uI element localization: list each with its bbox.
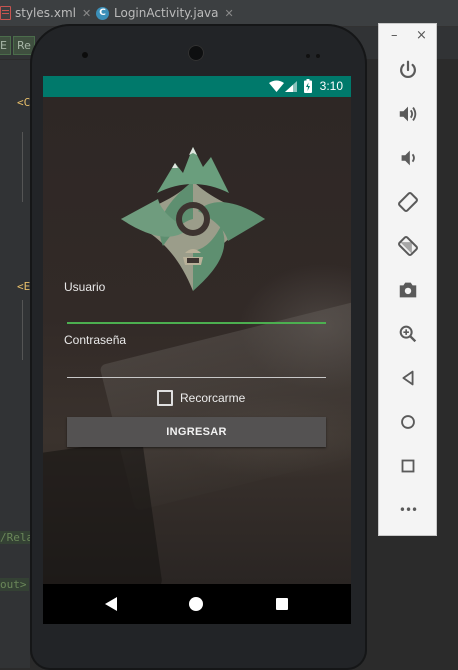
password-input[interactable] (67, 352, 326, 374)
status-time: 3:10 (319, 79, 343, 93)
remember-me-checkbox[interactable] (157, 390, 173, 406)
volume-down-icon[interactable] (395, 145, 421, 171)
wifi-icon (269, 80, 284, 92)
battery-icon (304, 79, 312, 93)
password-label: Contraseña (64, 333, 127, 347)
home-icon[interactable] (395, 409, 421, 435)
tab-label: LoginActivity.java (114, 6, 219, 20)
home-icon[interactable] (189, 597, 203, 611)
emulator-toolbar: – × ••• (378, 23, 437, 536)
more-icon[interactable]: ••• (395, 497, 421, 523)
volume-up-icon[interactable] (395, 101, 421, 127)
front-camera (82, 52, 88, 58)
proximity-sensor (316, 54, 320, 58)
device-screen: 3:10 Usuario Contraseña Recorcarme INGRE… (43, 76, 351, 624)
background-photo-object (43, 438, 163, 606)
remember-me-label: Recorcarme (180, 391, 246, 405)
rotate-left-icon[interactable] (395, 189, 421, 215)
code-fragment: out> (0, 578, 29, 591)
close-icon[interactable]: × (416, 28, 427, 43)
java-class-icon: C (96, 6, 109, 20)
back-icon[interactable] (395, 365, 421, 391)
code-fragment: <E (17, 280, 31, 293)
earpiece-speaker (188, 45, 204, 61)
xml-file-icon (0, 6, 11, 20)
mountain-tree-logo (121, 147, 265, 291)
tab-styles-xml[interactable]: styles.xml ✕ (0, 0, 91, 26)
navigation-bar (43, 584, 351, 624)
username-underline (67, 322, 326, 324)
toolbar-fragment[interactable]: E (0, 36, 11, 55)
tab-login-activity[interactable]: C LoginActivity.java ✕ (96, 0, 234, 26)
status-bar: 3:10 (43, 76, 351, 97)
remember-me-row[interactable]: Recorcarme (157, 390, 245, 406)
proximity-sensor (306, 54, 310, 58)
login-button[interactable]: INGRESAR (67, 417, 326, 447)
close-tab-icon[interactable]: ✕ (225, 7, 234, 20)
back-icon[interactable] (105, 597, 117, 611)
device-frame: 3:10 Usuario Contraseña Recorcarme INGRE… (30, 24, 367, 670)
password-underline (67, 377, 326, 378)
rotate-right-icon[interactable] (395, 233, 421, 259)
code-fragment: <C (17, 96, 31, 109)
screenshot-icon[interactable] (395, 277, 421, 303)
close-tab-icon[interactable]: ✕ (82, 7, 91, 20)
minimize-icon[interactable]: – (391, 28, 398, 43)
login-background: Usuario Contraseña Recorcarme INGRESAR (43, 97, 351, 606)
overview-icon[interactable] (395, 453, 421, 479)
tab-label: styles.xml (15, 6, 76, 20)
recents-icon[interactable] (276, 598, 288, 610)
signal-icon (285, 81, 297, 92)
username-label: Usuario (64, 280, 106, 294)
username-input[interactable] (67, 298, 326, 320)
zoom-icon[interactable] (395, 321, 421, 347)
power-icon[interactable] (395, 57, 421, 83)
editor-gutter (0, 60, 30, 668)
